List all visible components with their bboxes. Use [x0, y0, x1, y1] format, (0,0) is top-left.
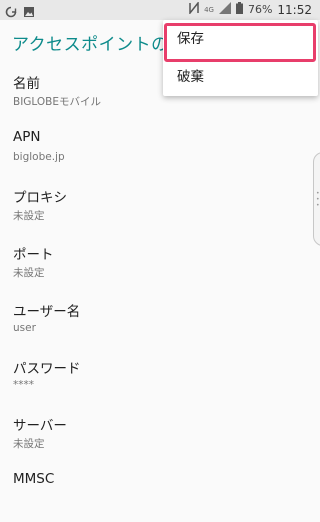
setting-label: サーバー — [13, 418, 67, 434]
signal-icon — [218, 2, 231, 17]
setting-label: パスワード — [13, 361, 81, 377]
setting-proxy[interactable]: プロキシ 未設定 — [0, 180, 320, 237]
battery-icon — [235, 2, 243, 17]
setting-value: 未設定 — [13, 267, 45, 279]
setting-apn[interactable]: APN biglobe.jp — [0, 123, 320, 180]
handle-dots-icon: • • • — [316, 190, 320, 209]
setting-label: 名前 — [13, 76, 40, 92]
setting-value: 未設定 — [13, 210, 45, 222]
setting-label: ユーザー名 — [13, 304, 81, 320]
clock: 11:52 — [277, 2, 312, 17]
nfc-icon — [189, 0, 199, 17]
setting-server[interactable]: サーバー 未設定 — [0, 408, 320, 465]
setting-username[interactable]: ユーザー名 user — [0, 294, 320, 351]
setting-value: BIGLOBEモバイル — [13, 96, 102, 108]
page-title: アクセスポイントの編 — [12, 35, 187, 55]
setting-value: **** — [13, 379, 34, 391]
setting-value: 未設定 — [13, 438, 45, 450]
status-bar: 4G 76% 11:52 — [0, 0, 320, 20]
setting-label: MMSC — [13, 471, 55, 487]
setting-mmsc[interactable]: MMSC — [0, 465, 320, 522]
setting-value: user — [13, 322, 36, 334]
battery-percent: 76% — [247, 3, 273, 16]
setting-port[interactable]: ポート 未設定 — [0, 237, 320, 294]
network-type-label: 4G — [204, 5, 214, 14]
setting-label: ポート — [13, 247, 54, 263]
menu-item-save[interactable]: 保存 — [163, 20, 318, 58]
settings-list: 名前 BIGLOBEモバイル APN biglobe.jp プロキシ 未設定 ポ… — [0, 66, 320, 522]
setting-label: プロキシ — [13, 190, 67, 206]
status-system-icons: 4G 76% 11:52 — [189, 0, 312, 17]
menu-item-discard[interactable]: 破棄 — [163, 58, 318, 96]
edge-panel-handle[interactable]: • • • — [313, 152, 320, 246]
setting-label: APN — [13, 129, 41, 145]
overflow-menu: 保存 破棄 — [163, 20, 318, 96]
setting-password[interactable]: パスワード **** — [0, 351, 320, 408]
setting-value: biglobe.jp — [13, 151, 65, 163]
